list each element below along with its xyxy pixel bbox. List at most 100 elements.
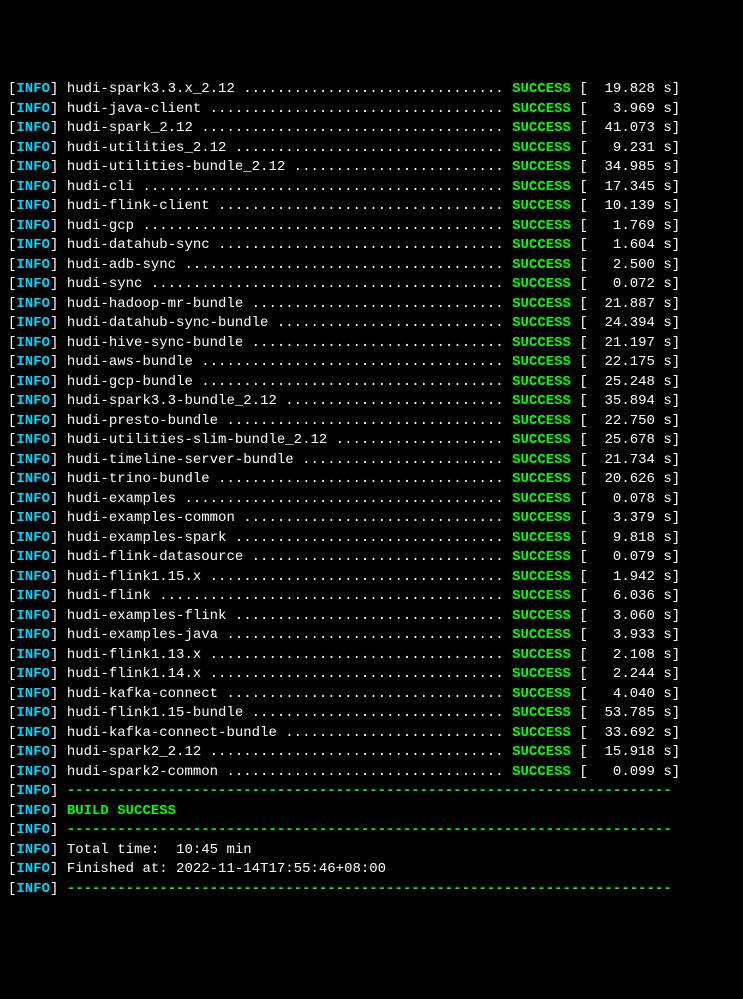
status-success: SUCCESS — [512, 432, 571, 448]
module-name: hudi-aws-bundle ........................… — [67, 354, 504, 370]
build-time: [ 17.345 s] — [579, 179, 680, 195]
status-success: SUCCESS — [512, 530, 571, 546]
module-name: hudi-datahub-sync ......................… — [67, 237, 504, 253]
module-name: hudi-gcp-bundle ........................… — [67, 374, 504, 390]
build-time: [ 9.231 s] — [579, 140, 680, 156]
module-name: hudi-hadoop-mr-bundle ..................… — [67, 296, 504, 312]
build-time: [ 6.036 s] — [579, 588, 680, 604]
status-success: SUCCESS — [512, 491, 571, 507]
build-time: [ 53.785 s] — [579, 705, 680, 721]
module-name: hudi-datahub-sync-bundle ...............… — [67, 315, 504, 331]
module-name: hudi-spark3.3.x_2.12 ...................… — [67, 81, 504, 97]
status-success: SUCCESS — [512, 471, 571, 487]
status-success: SUCCESS — [512, 413, 571, 429]
build-line: [INFO] hudi-aws-bundle .................… — [8, 353, 735, 373]
build-time: [ 34.985 s] — [579, 159, 680, 175]
build-line: [INFO] hudi-flink-client ...............… — [8, 197, 735, 217]
module-name: hudi-utilities-slim-bundle_2.12 ........… — [67, 432, 504, 448]
module-name: hudi-timeline-server-bundle ............… — [67, 452, 504, 468]
status-success: SUCCESS — [512, 354, 571, 370]
build-time: [ 9.818 s] — [579, 530, 680, 546]
build-line: [INFO] hudi-datahub-sync-bundle ........… — [8, 314, 735, 334]
build-line: [INFO] hudi-java-client ................… — [8, 100, 735, 120]
build-time: [ 35.894 s] — [579, 393, 680, 409]
build-time: [ 15.918 s] — [579, 744, 680, 760]
status-success: SUCCESS — [512, 705, 571, 721]
status-success: SUCCESS — [512, 627, 571, 643]
status-success: SUCCESS — [512, 159, 571, 175]
separator-line: [INFO] ---------------------------------… — [8, 880, 735, 900]
build-time: [ 25.248 s] — [579, 374, 680, 390]
build-time: [ 10.139 s] — [579, 198, 680, 214]
build-line: [INFO] hudi-adb-sync ...................… — [8, 256, 735, 276]
build-time: [ 0.099 s] — [579, 764, 680, 780]
build-line: [INFO] hudi-hive-sync-bundle ...........… — [8, 334, 735, 354]
module-name: hudi-spark_2.12 ........................… — [67, 120, 504, 136]
status-success: SUCCESS — [512, 686, 571, 702]
module-name: hudi-cli ...............................… — [67, 179, 504, 195]
status-success: SUCCESS — [512, 179, 571, 195]
module-name: hudi-trino-bundle ......................… — [67, 471, 504, 487]
module-name: hudi-adb-sync ..........................… — [67, 257, 504, 273]
status-success: SUCCESS — [512, 101, 571, 117]
status-success: SUCCESS — [512, 276, 571, 292]
build-line: [INFO] hudi-timeline-server-bundle .....… — [8, 451, 735, 471]
build-line: [INFO] hudi-kafka-connect-bundle .......… — [8, 724, 735, 744]
build-time: [ 1.604 s] — [579, 237, 680, 253]
separator-line: [INFO] ---------------------------------… — [8, 821, 735, 841]
status-success: SUCCESS — [512, 393, 571, 409]
build-time: [ 0.072 s] — [579, 276, 680, 292]
build-line: [INFO] hudi-kafka-connect ..............… — [8, 685, 735, 705]
total-time-line: [INFO] Total time: 10:45 min — [8, 841, 735, 861]
module-name: hudi-flink1.15-bundle ..................… — [67, 705, 504, 721]
build-line: [INFO] hudi-utilities-bundle_2.12 ......… — [8, 158, 735, 178]
build-time: [ 3.969 s] — [579, 101, 680, 117]
status-success: SUCCESS — [512, 647, 571, 663]
status-success: SUCCESS — [512, 764, 571, 780]
build-time: [ 22.750 s] — [579, 413, 680, 429]
build-line: [INFO] hudi-spark_2.12 .................… — [8, 119, 735, 139]
status-success: SUCCESS — [512, 374, 571, 390]
status-success: SUCCESS — [512, 218, 571, 234]
build-line: [INFO] hudi-spark3.3.x_2.12 ............… — [8, 80, 735, 100]
build-time: [ 19.828 s] — [579, 81, 680, 97]
status-success: SUCCESS — [512, 666, 571, 682]
module-name: hudi-kafka-connect-bundle ..............… — [67, 725, 504, 741]
build-line: [INFO] hudi-examples ...................… — [8, 490, 735, 510]
build-time: [ 2.108 s] — [579, 647, 680, 663]
status-success: SUCCESS — [512, 549, 571, 565]
module-name: hudi-examples-spark ....................… — [67, 530, 504, 546]
status-success: SUCCESS — [512, 296, 571, 312]
module-name: hudi-utilities-bundle_2.12 .............… — [67, 159, 504, 175]
module-name: hudi-presto-bundle .....................… — [67, 413, 504, 429]
status-success: SUCCESS — [512, 452, 571, 468]
build-time: [ 25.678 s] — [579, 432, 680, 448]
build-time: [ 3.933 s] — [579, 627, 680, 643]
build-line: [INFO] hudi-trino-bundle ...............… — [8, 470, 735, 490]
module-name: hudi-hive-sync-bundle ..................… — [67, 335, 504, 351]
build-success-line: [INFO] BUILD SUCCESS — [8, 802, 735, 822]
build-line: [INFO] hudi-flink1.15-bundle ...........… — [8, 704, 735, 724]
module-name: hudi-java-client .......................… — [67, 101, 504, 117]
status-success: SUCCESS — [512, 569, 571, 585]
build-time: [ 41.073 s] — [579, 120, 680, 136]
status-success: SUCCESS — [512, 140, 571, 156]
build-time: [ 1.942 s] — [579, 569, 680, 585]
build-line: [INFO] hudi-examples-flink .............… — [8, 607, 735, 627]
module-name: hudi-utilities_2.12 ....................… — [67, 140, 504, 156]
build-time: [ 3.060 s] — [579, 608, 680, 624]
status-success: SUCCESS — [512, 725, 571, 741]
build-time: [ 2.244 s] — [579, 666, 680, 682]
status-success: SUCCESS — [512, 510, 571, 526]
status-success: SUCCESS — [512, 120, 571, 136]
build-time: [ 4.040 s] — [579, 686, 680, 702]
build-line: [INFO] hudi-presto-bundle ..............… — [8, 412, 735, 432]
build-line: [INFO] hudi-flink1.15.x ................… — [8, 568, 735, 588]
build-line: [INFO] hudi-spark3.3-bundle_2.12 .......… — [8, 392, 735, 412]
build-time: [ 0.079 s] — [579, 549, 680, 565]
module-name: hudi-kafka-connect .....................… — [67, 686, 504, 702]
module-name: hudi-flink-client ......................… — [67, 198, 504, 214]
module-name: hudi-spark3.3-bundle_2.12 ..............… — [67, 393, 504, 409]
build-line: [INFO] hudi-flink ......................… — [8, 587, 735, 607]
build-line: [INFO] hudi-flink-datasource ...........… — [8, 548, 735, 568]
